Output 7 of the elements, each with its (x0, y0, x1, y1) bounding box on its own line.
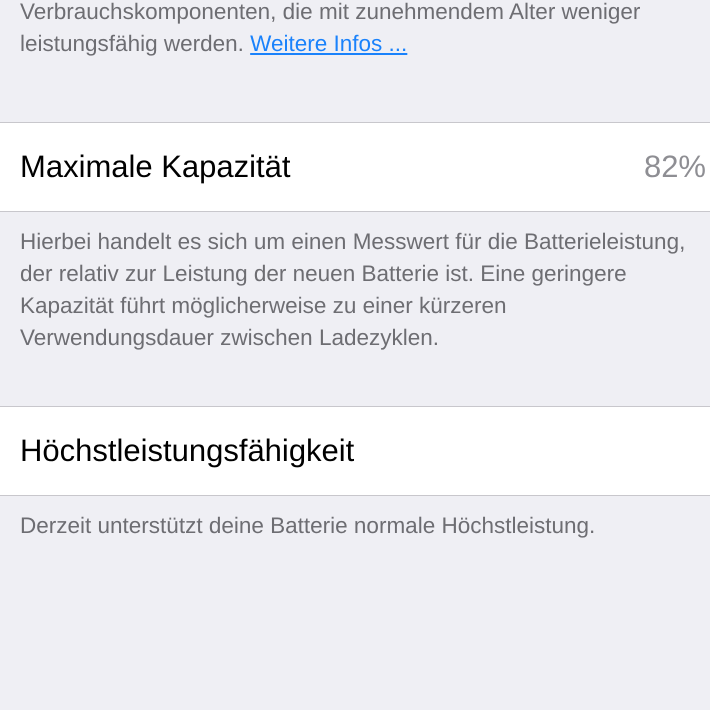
row-label: Höchstleistungsfähigkeit (20, 432, 354, 470)
row-label: Maximale Kapazität (20, 148, 291, 186)
more-info-link[interactable]: Weitere Infos ... (250, 31, 408, 56)
footer-text: Verbrauchskomponenten, die mit zunehmendem Alter weniger leistungsfähig werden. Weitere Infos ... (19, 0, 642, 58)
footer-text: Derzeit unterstützt deine Batterie normale Höchstleistung. (19, 512, 596, 540)
footer-text: Hierbei handelt es sich um einen Messwert für die Batterieleistung, der relativ zur Leistung der neuen Batterie ist. Eine geringere Kapazität führt möglicherweise zu einer kürzeren Verwendungsdauer zwischen Ladezyklen. (19, 228, 686, 352)
row-value: 82% (644, 148, 706, 186)
